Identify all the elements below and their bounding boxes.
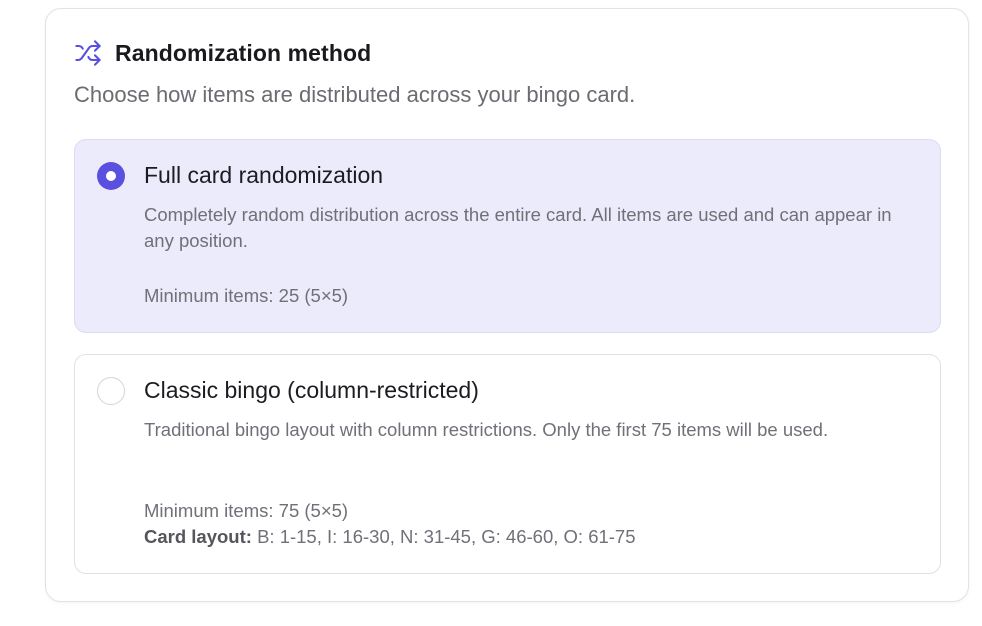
randomization-panel: Randomization method Choose how items ar…: [45, 8, 969, 602]
radio-full-card-selected[interactable]: [97, 162, 125, 190]
section-header: Randomization method: [74, 39, 371, 67]
option-description: Traditional bingo layout with column res…: [144, 419, 829, 440]
option-classic-bingo[interactable]: Classic bingo (column-restricted) Tradit…: [74, 354, 941, 574]
card-layout-value: B: 1-15, I: 16-30, N: 31-45, G: 46-60, O…: [251, 526, 636, 547]
section-subtitle: Choose how items are distributed across …: [74, 82, 636, 107]
option-title: Classic bingo (column-restricted): [144, 377, 479, 403]
section-title: Randomization method: [115, 39, 372, 66]
option-min-items: Minimum items: 75 (5×5): [144, 500, 349, 521]
option-title: Full card randomization: [144, 162, 384, 188]
option-card-layout: Card layout: B: 1-15, I: 16-30, N: 31-45…: [144, 524, 636, 550]
card-layout-label: Card layout:: [144, 526, 252, 547]
option-min-items: Minimum items: 25 (5×5): [144, 285, 349, 306]
radio-classic-bingo[interactable]: [97, 377, 125, 405]
option-description: Completely random distribution across th…: [144, 204, 892, 251]
shuffle-icon: [74, 39, 102, 67]
option-full-card-randomization[interactable]: Full card randomization Completely rando…: [74, 139, 941, 333]
